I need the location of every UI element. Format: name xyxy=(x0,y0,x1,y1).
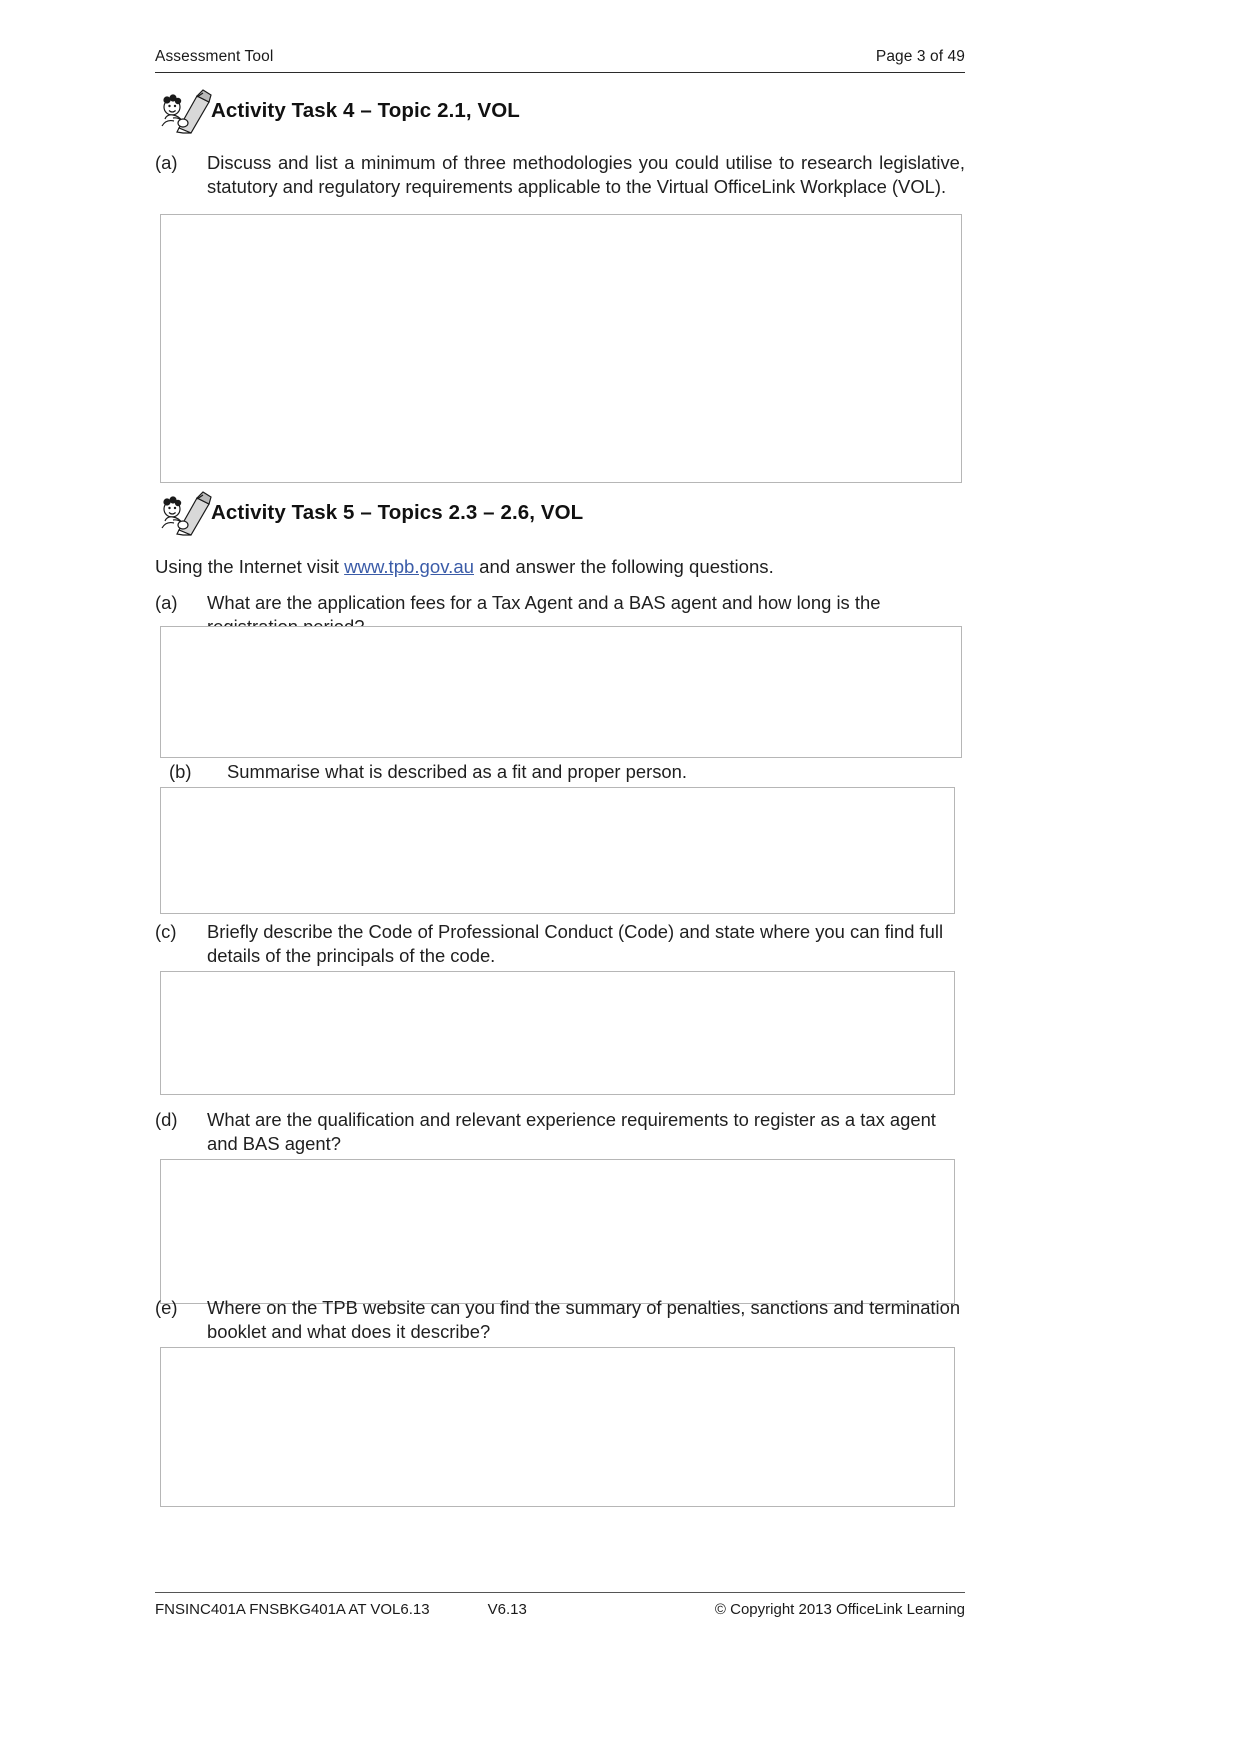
tpb-website-link[interactable]: www.tpb.gov.au xyxy=(344,556,474,577)
question-line-1: Summarise what is described as a fit and… xyxy=(227,761,687,782)
question-label: (b) xyxy=(169,761,192,782)
question-line-1: Briefly describe the Code of Professiona… xyxy=(207,921,845,942)
footer-copyright: © Copyright 2013 OfficeLink Learning xyxy=(714,1601,965,1618)
task-5-question-b: (b) Summarise what is described as a fit… xyxy=(155,760,965,784)
intro-text-before-link: Using the Internet visit xyxy=(155,556,345,577)
page-number: Page 3 of 49 xyxy=(875,48,965,65)
question-label: (c) xyxy=(155,921,177,942)
question-row: (b) Summarise what is described as a fit… xyxy=(155,760,965,784)
task-4-title: Activity Task 4 – Topic 2.1, VOL xyxy=(211,99,520,122)
question-label: (a) xyxy=(155,592,178,614)
answer-box-task5-b[interactable] xyxy=(160,787,955,914)
task-5-title: Activity Task 5 – Topics 2.3 – 2.6, VOL xyxy=(211,501,584,524)
question-text: What are the qualification and relevant … xyxy=(207,1108,965,1155)
page-footer: FNSINC401A FNSBKG401A AT VOL6.13 V6.13 ©… xyxy=(155,1592,965,1618)
pencil-writer-icon xyxy=(159,88,215,134)
task-4-heading: Activity Task 4 – Topic 2.1, VOL xyxy=(155,88,965,134)
question-line-1: Where on the TPB website can you find th… xyxy=(207,1297,864,1318)
answer-box-task4-a[interactable] xyxy=(160,214,962,483)
question-row: (e) Where on the TPB website can you fin… xyxy=(155,1296,965,1343)
task-4-section: Activity Task 4 – Topic 2.1, VOL (a) Dis… xyxy=(155,88,965,198)
question-row: (d) What are the qualification and relev… xyxy=(155,1108,965,1155)
pencil-writer-icon xyxy=(159,490,215,536)
question-text: Where on the TPB website can you find th… xyxy=(207,1296,965,1343)
question-line-1: Discuss and list a minimum of three meth… xyxy=(207,152,873,173)
footer-document-code: FNSINC401A FNSBKG401A AT VOL6.13 xyxy=(155,1601,430,1618)
task-5-heading: Activity Task 5 – Topics 2.3 – 2.6, VOL xyxy=(155,490,965,536)
task-5-question-e: (e) Where on the TPB website can you fin… xyxy=(155,1296,965,1343)
answer-box-task5-a[interactable] xyxy=(160,626,962,758)
footer-version: V6.13 xyxy=(487,1601,527,1618)
task-5-question-d: (d) What are the qualification and relev… xyxy=(155,1108,965,1155)
task-5-intro: Using the Internet visit www.tpb.gov.au … xyxy=(155,555,965,579)
page-header: Assessment Tool Page 3 of 49 xyxy=(155,48,965,73)
answer-box-task5-e[interactable] xyxy=(160,1347,955,1507)
question-label: (d) xyxy=(155,1109,178,1130)
document-page: Assessment Tool Page 3 of 49 Activity Ta… xyxy=(0,0,1241,1754)
answer-box-task5-c[interactable] xyxy=(160,971,955,1095)
answer-box-task5-d[interactable] xyxy=(160,1159,955,1304)
question-label: (a) xyxy=(155,152,178,173)
question-text: Discuss and list a minimum of three meth… xyxy=(207,151,965,198)
header-title: Assessment Tool xyxy=(155,48,274,65)
question-line-1: What are the application fees for a Tax … xyxy=(207,592,850,614)
intro-text-after-link: and answer the following questions. xyxy=(474,556,774,577)
question-text: Summarise what is described as a fit and… xyxy=(227,760,965,784)
question-text: Briefly describe the Code of Professiona… xyxy=(207,920,965,967)
task-5-section: Activity Task 5 – Topics 2.3 – 2.6, VOL … xyxy=(155,490,965,639)
task-4-question-a: (a) Discuss and list a minimum of three … xyxy=(155,151,965,198)
question-label: (e) xyxy=(155,1297,178,1318)
question-line-3: OfficeLink Workplace (VOL). xyxy=(713,175,947,197)
question-row: (c) Briefly describe the Code of Profess… xyxy=(155,920,965,967)
task-5-question-c: (c) Briefly describe the Code of Profess… xyxy=(155,920,965,967)
question-line-1: What are the qualification and relevant … xyxy=(207,1109,856,1130)
